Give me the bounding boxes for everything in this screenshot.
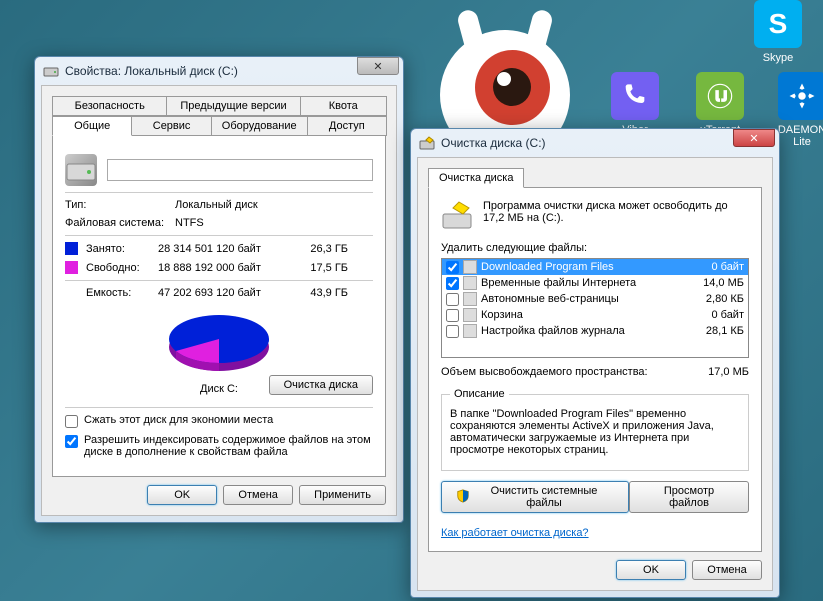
description-text: В папке "Downloaded Program Files" време…	[450, 408, 740, 462]
cleanup-item-size: 28,1 КБ	[684, 325, 744, 337]
desktop-icon-skype[interactable]: S Skype	[748, 0, 808, 64]
fs-label: Файловая система:	[65, 217, 175, 229]
description-legend: Описание	[450, 388, 509, 400]
daemon-icon	[778, 72, 823, 120]
clean-system-files-button[interactable]: Очистить системные файлы	[441, 481, 629, 513]
fs-value: NTFS	[175, 217, 204, 229]
cleanup-list-item[interactable]: Downloaded Program Files0 байт	[442, 259, 748, 275]
compress-checkbox[interactable]	[65, 415, 78, 428]
file-icon	[463, 292, 477, 306]
cleanup-item-size: 0 байт	[684, 261, 744, 273]
disk-cleanup-button[interactable]: Очистка диска	[269, 375, 373, 395]
tab-content-general: Тип: Локальный диск Файловая система: NT…	[52, 135, 386, 477]
free-bytes: 18 888 192 000 байт	[158, 262, 288, 274]
disk-name-input[interactable]	[107, 159, 373, 181]
cleanup-item-checkbox[interactable]	[446, 293, 459, 306]
type-label: Тип:	[65, 199, 175, 211]
drive-icon	[43, 63, 59, 79]
file-icon	[463, 308, 477, 322]
cleanup-item-checkbox[interactable]	[446, 261, 459, 274]
apply-button[interactable]: Применить	[299, 485, 386, 505]
window-title: Очистка диска (C:)	[441, 136, 733, 150]
compress-label: Сжать этот диск для экономии места	[84, 414, 273, 426]
cancel-button[interactable]: Отмена	[223, 485, 293, 505]
shield-icon	[456, 489, 470, 506]
titlebar[interactable]: Свойства: Локальный диск (C:) ✕	[35, 57, 403, 85]
cleanup-item-size: 0 байт	[684, 309, 744, 321]
file-icon	[463, 276, 477, 290]
capacity-bytes: 47 202 693 120 байт	[158, 287, 288, 299]
cleanup-tab-content: Программа очистки диска может освободить…	[428, 187, 762, 552]
used-color-swatch	[65, 242, 78, 255]
desktop-icon-utorrent[interactable]: uTorrent	[690, 72, 750, 136]
file-icon	[463, 324, 477, 338]
cleanup-item-checkbox[interactable]	[446, 277, 459, 290]
tab-tools[interactable]: Сервис	[131, 116, 211, 136]
desktop-icon-viber[interactable]: Viber	[605, 72, 665, 136]
tab-sharing[interactable]: Доступ	[307, 116, 387, 136]
skype-icon: S	[754, 0, 802, 48]
cancel-button[interactable]: Отмена	[692, 560, 762, 580]
utorrent-icon	[696, 72, 744, 120]
cleanup-list-item[interactable]: Автономные веб-страницы2,80 КБ	[442, 291, 748, 307]
cleanup-item-name: Downloaded Program Files	[481, 261, 684, 273]
window-title: Свойства: Локальный диск (C:)	[65, 64, 357, 78]
disk-usage-pie-chart	[159, 309, 279, 379]
properties-window: Свойства: Локальный диск (C:) ✕ Безопасн…	[34, 56, 404, 523]
freed-space-label: Объем высвобождаемого пространства:	[441, 366, 648, 378]
free-label: Свободно:	[86, 262, 158, 274]
tab-prev-versions[interactable]: Предыдущие версии	[166, 96, 300, 116]
free-color-swatch	[65, 261, 78, 274]
type-value: Локальный диск	[175, 199, 258, 211]
desktop-icon-label: Skype	[748, 52, 808, 64]
tab-security[interactable]: Безопасность	[52, 96, 167, 116]
used-bytes: 28 314 501 120 байт	[158, 243, 288, 255]
titlebar[interactable]: Очистка диска (C:) ✕	[411, 129, 779, 157]
tabs-row-top: Безопасность Предыдущие версии Квота	[52, 96, 386, 116]
freed-space-value: 17,0 МБ	[708, 366, 749, 378]
capacity-label: Емкость:	[65, 287, 158, 299]
cleanup-item-name: Временные файлы Интернета	[481, 277, 684, 289]
free-gb: 17,5 ГБ	[288, 262, 348, 274]
ok-button[interactable]: OK	[616, 560, 686, 580]
cleanup-item-size: 2,80 КБ	[684, 293, 744, 305]
index-label: Разрешить индексировать содержимое файло…	[84, 434, 373, 458]
cleanup-large-icon	[441, 200, 473, 232]
description-fieldset: Описание В папке "Downloaded Program Fil…	[441, 388, 749, 471]
view-files-button[interactable]: Просмотр файлов	[629, 481, 749, 513]
viber-icon	[611, 72, 659, 120]
cleanup-item-name: Автономные веб-страницы	[481, 293, 684, 305]
file-icon	[463, 260, 477, 274]
close-button[interactable]: ✕	[357, 57, 399, 75]
cleanup-file-list[interactable]: Downloaded Program Files0 байтВременные …	[441, 258, 749, 358]
tabs-row-bottom: Общие Сервис Оборудование Доступ	[52, 116, 386, 136]
drive-large-icon	[65, 154, 97, 186]
index-checkbox[interactable]	[65, 435, 78, 448]
ok-button[interactable]: OK	[147, 485, 217, 505]
cleanup-item-checkbox[interactable]	[446, 309, 459, 322]
clean-system-files-label: Очистить системные файлы	[474, 485, 614, 509]
disk-cleanup-window: Очистка диска (C:) ✕ Очистка диска Прогр…	[410, 128, 780, 598]
used-label: Занято:	[86, 243, 158, 255]
capacity-gb: 43,9 ГБ	[288, 287, 348, 299]
tab-cleanup[interactable]: Очистка диска	[428, 168, 524, 188]
how-cleanup-works-link[interactable]: Как работает очистка диска?	[441, 527, 589, 539]
cleanup-list-item[interactable]: Временные файлы Интернета14,0 МБ	[442, 275, 748, 291]
used-gb: 26,3 ГБ	[288, 243, 348, 255]
cleanup-list-item[interactable]: Корзина0 байт	[442, 307, 748, 323]
cleanup-item-checkbox[interactable]	[446, 325, 459, 338]
cleanup-list-item[interactable]: Настройка файлов журнала28,1 КБ	[442, 323, 748, 339]
tab-quota[interactable]: Квота	[300, 96, 387, 116]
close-button[interactable]: ✕	[733, 129, 775, 147]
tab-general[interactable]: Общие	[52, 116, 132, 136]
cleanup-icon	[419, 135, 435, 151]
cleanup-item-size: 14,0 МБ	[684, 277, 744, 289]
cleanup-item-name: Настройка файлов журнала	[481, 325, 684, 337]
tab-hardware[interactable]: Оборудование	[211, 116, 308, 136]
cleanup-intro-text: Программа очистки диска может освободить…	[483, 200, 749, 224]
delete-files-label: Удалить следующие файлы:	[441, 242, 749, 254]
cleanup-item-name: Корзина	[481, 309, 684, 321]
